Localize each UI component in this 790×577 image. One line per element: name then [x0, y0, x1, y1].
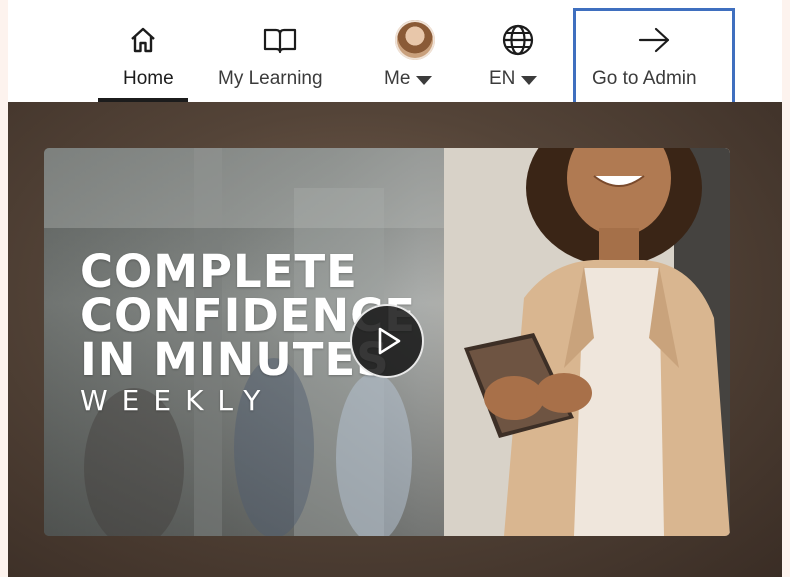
caret-down-icon: [416, 75, 433, 85]
admin-highlight-box: [573, 8, 735, 114]
play-icon: [378, 327, 401, 355]
woman-with-tablet-illustration: [444, 148, 730, 536]
headline-line-1: COMPLETE: [80, 245, 358, 298]
home-icon: [128, 20, 158, 60]
caret-down-icon: [521, 75, 538, 85]
me-label-text: Me: [384, 68, 411, 89]
avatar: [395, 20, 435, 60]
nav-item-home[interactable]: Home: [98, 0, 188, 102]
nav-label-my-learning: My Learning: [218, 68, 323, 89]
globe-icon: [501, 20, 535, 60]
nav-label-me: Me: [384, 68, 433, 90]
nav-label-home: Home: [123, 68, 174, 89]
nav-label-language: EN: [489, 68, 538, 90]
hero-video[interactable]: COMPLETE CONFIDENCE IN MINUTES WEEKLY: [44, 148, 730, 536]
language-label-text: EN: [489, 68, 516, 89]
headline-weekly: WEEKLY: [80, 384, 275, 417]
play-button[interactable]: [350, 304, 424, 378]
nav-item-me[interactable]: Me: [380, 0, 450, 102]
book-icon: [263, 20, 297, 60]
nav-item-my-learning[interactable]: My Learning: [214, 0, 344, 102]
nav-item-language[interactable]: EN: [484, 0, 554, 102]
